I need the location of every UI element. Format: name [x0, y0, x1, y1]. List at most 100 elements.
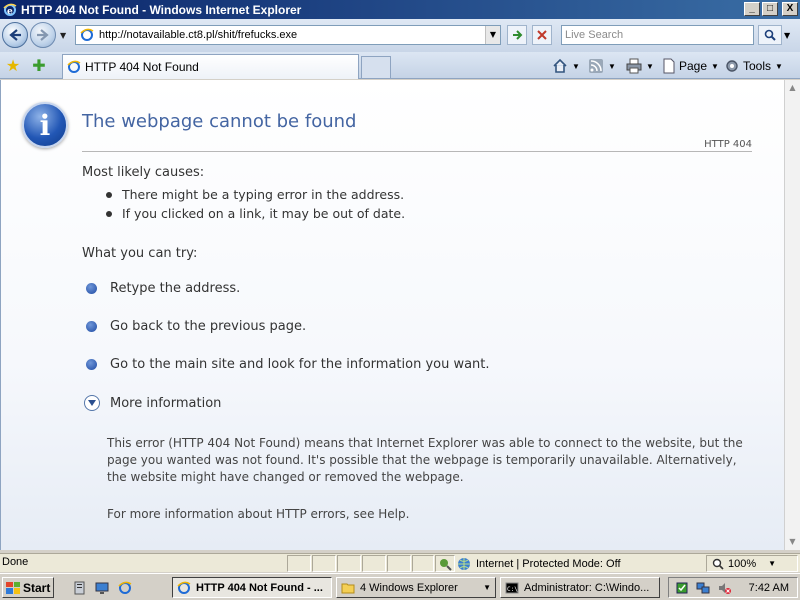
tools-menu-button[interactable]: Tools ▼ — [724, 57, 783, 75]
status-bar: Done Internet | Protected Mode: Off 100%… — [0, 553, 800, 572]
tray-security-icon[interactable] — [674, 580, 690, 596]
security-zone[interactable]: Internet | Protected Mode: Off — [457, 555, 621, 572]
maximize-button[interactable]: □ — [762, 2, 778, 16]
zoom-dropdown-icon[interactable]: ▼ — [768, 559, 776, 568]
zoom-magnifier-icon — [712, 558, 724, 570]
taskbar-windows-explorer-group[interactable]: 4 Windows Explorer ▼ — [336, 577, 496, 598]
task-label: Administrator: C:\Windo... — [524, 581, 650, 594]
title-bar[interactable]: e HTTP 404 Not Found - Windows Internet … — [0, 0, 800, 19]
feeds-button[interactable]: ▼ — [588, 57, 616, 75]
protected-mode-icon — [440, 559, 452, 571]
task-label: HTTP 404 Not Found - ... — [196, 581, 323, 594]
start-label: Start — [23, 580, 51, 595]
print-button[interactable]: ▼ — [626, 57, 654, 75]
stop-button[interactable] — [532, 25, 552, 45]
forward-arrow-icon — [37, 29, 49, 41]
address-bar[interactable]: http://notavailable.ct8.pl/shit/frefucks… — [75, 25, 501, 45]
tab-label: HTTP 404 Not Found — [85, 60, 199, 74]
show-desktop-icon[interactable] — [93, 579, 110, 596]
server-manager-icon[interactable] — [71, 579, 88, 596]
cause-item: There might be a typing error in the add… — [106, 187, 404, 202]
help-text: For more information about HTTP errors, … — [107, 507, 410, 521]
close-button[interactable]: X — [782, 2, 798, 16]
ie-quicklaunch-icon[interactable] — [116, 579, 133, 596]
ie-logo-icon: e — [2, 2, 18, 18]
folder-icon — [340, 580, 356, 596]
taskbar-ie-window[interactable]: HTTP 404 Not Found - ... — [172, 577, 332, 598]
status-panel — [287, 555, 311, 572]
forward-button[interactable] — [30, 22, 56, 48]
taskbar-command-prompt[interactable]: C:\ Administrator: C:\Windo... — [500, 577, 660, 598]
gear-icon — [726, 60, 738, 72]
more-info-label: More information — [110, 395, 222, 411]
status-panel — [412, 555, 434, 572]
go-button[interactable] — [507, 25, 527, 45]
page-menu-label: Page — [679, 59, 708, 73]
system-tray: 7:42 AM — [668, 577, 798, 598]
search-input[interactable]: Live Search — [561, 25, 754, 45]
info-icon: i — [22, 102, 68, 148]
page-menu-button[interactable]: Page ▼ — [662, 57, 719, 75]
printer-icon — [626, 58, 642, 74]
system-clock[interactable]: 7:42 AM — [749, 582, 789, 594]
home-button[interactable]: ▼ — [552, 57, 580, 75]
try-title: What you can try: — [82, 246, 198, 261]
protected-mode-panel[interactable] — [435, 555, 455, 572]
page-icon — [663, 58, 675, 74]
home-icon — [553, 58, 567, 73]
cause-item: If you clicked on a link, it may be out … — [106, 206, 405, 221]
minimize-button[interactable]: _ — [744, 2, 760, 16]
tools-dropdown-icon[interactable]: ▼ — [775, 62, 783, 71]
task-label: 4 Windows Explorer — [360, 581, 458, 594]
stop-x-icon — [537, 30, 547, 40]
causes-title: Most likely causes: — [82, 165, 205, 180]
back-button[interactable] — [2, 22, 28, 48]
start-button[interactable]: Start — [2, 577, 54, 598]
try-retype-address[interactable]: Retype the address. — [86, 281, 240, 296]
favorites-star-icon[interactable]: ★ — [4, 57, 22, 75]
blue-bullet-icon — [86, 283, 97, 294]
try-main-site-link[interactable]: Go to the main site and look for the inf… — [86, 357, 490, 372]
tab-http-404[interactable]: HTTP 404 Not Found — [62, 54, 359, 79]
search-button[interactable] — [758, 25, 782, 45]
status-panel — [362, 555, 386, 572]
more-info-text: This error (HTTP 404 Not Found) means th… — [107, 436, 743, 484]
volume-muted-icon[interactable] — [716, 580, 732, 596]
status-panel — [387, 555, 411, 572]
back-arrow-icon — [9, 29, 21, 41]
group-dropdown-icon[interactable]: ▼ — [483, 583, 491, 592]
search-options-dropdown-icon[interactable]: ▼ — [784, 31, 790, 40]
add-favorites-icon[interactable]: ✚ — [30, 57, 48, 75]
ie-task-icon — [176, 580, 192, 596]
new-tab-button[interactable] — [361, 56, 391, 78]
page-heading: The webpage cannot be found — [82, 111, 357, 132]
address-dropdown-icon[interactable]: ▼ — [485, 26, 500, 44]
more-information-toggle[interactable]: More information — [84, 395, 221, 411]
zoom-control[interactable]: 100% ▼ — [712, 555, 776, 572]
print-dropdown-icon[interactable]: ▼ — [646, 62, 654, 71]
http-status-code: HTTP 404 — [704, 139, 752, 150]
try-go-back-link[interactable]: Go back to the previous page. — [86, 319, 306, 334]
page-ie-icon — [79, 27, 95, 43]
home-dropdown-icon[interactable]: ▼ — [572, 62, 580, 71]
heading-divider — [82, 151, 752, 152]
blue-bullet-icon — [86, 321, 97, 332]
zone-text: Internet | Protected Mode: Off — [476, 557, 621, 570]
blue-bullet-icon — [86, 359, 97, 370]
page-dropdown-icon[interactable]: ▼ — [711, 62, 719, 71]
recent-pages-dropdown-icon[interactable]: ▼ — [60, 31, 68, 40]
address-url[interactable]: http://notavailable.ct8.pl/shit/frefucks… — [99, 29, 485, 41]
feeds-dropdown-icon[interactable]: ▼ — [608, 62, 616, 71]
go-arrow-icon — [513, 30, 523, 40]
scroll-up-arrow-icon[interactable]: ▲ — [785, 80, 800, 96]
bullet-icon — [106, 191, 112, 198]
cause-text: If you clicked on a link, it may be out … — [122, 206, 406, 221]
try-text: Go back to the previous page. — [110, 319, 307, 334]
network-icon[interactable] — [695, 580, 711, 596]
scroll-down-arrow-icon[interactable]: ▼ — [785, 534, 800, 550]
windows-logo-icon — [6, 581, 20, 594]
chevron-down-icon — [84, 395, 100, 411]
tab-bar: ★ ✚ HTTP 404 Not Found ▼ ▼ ▼ Page ▼ Tool… — [0, 52, 800, 79]
vertical-scrollbar[interactable]: ▲ ▼ — [784, 80, 800, 550]
rss-feed-icon — [589, 59, 603, 73]
